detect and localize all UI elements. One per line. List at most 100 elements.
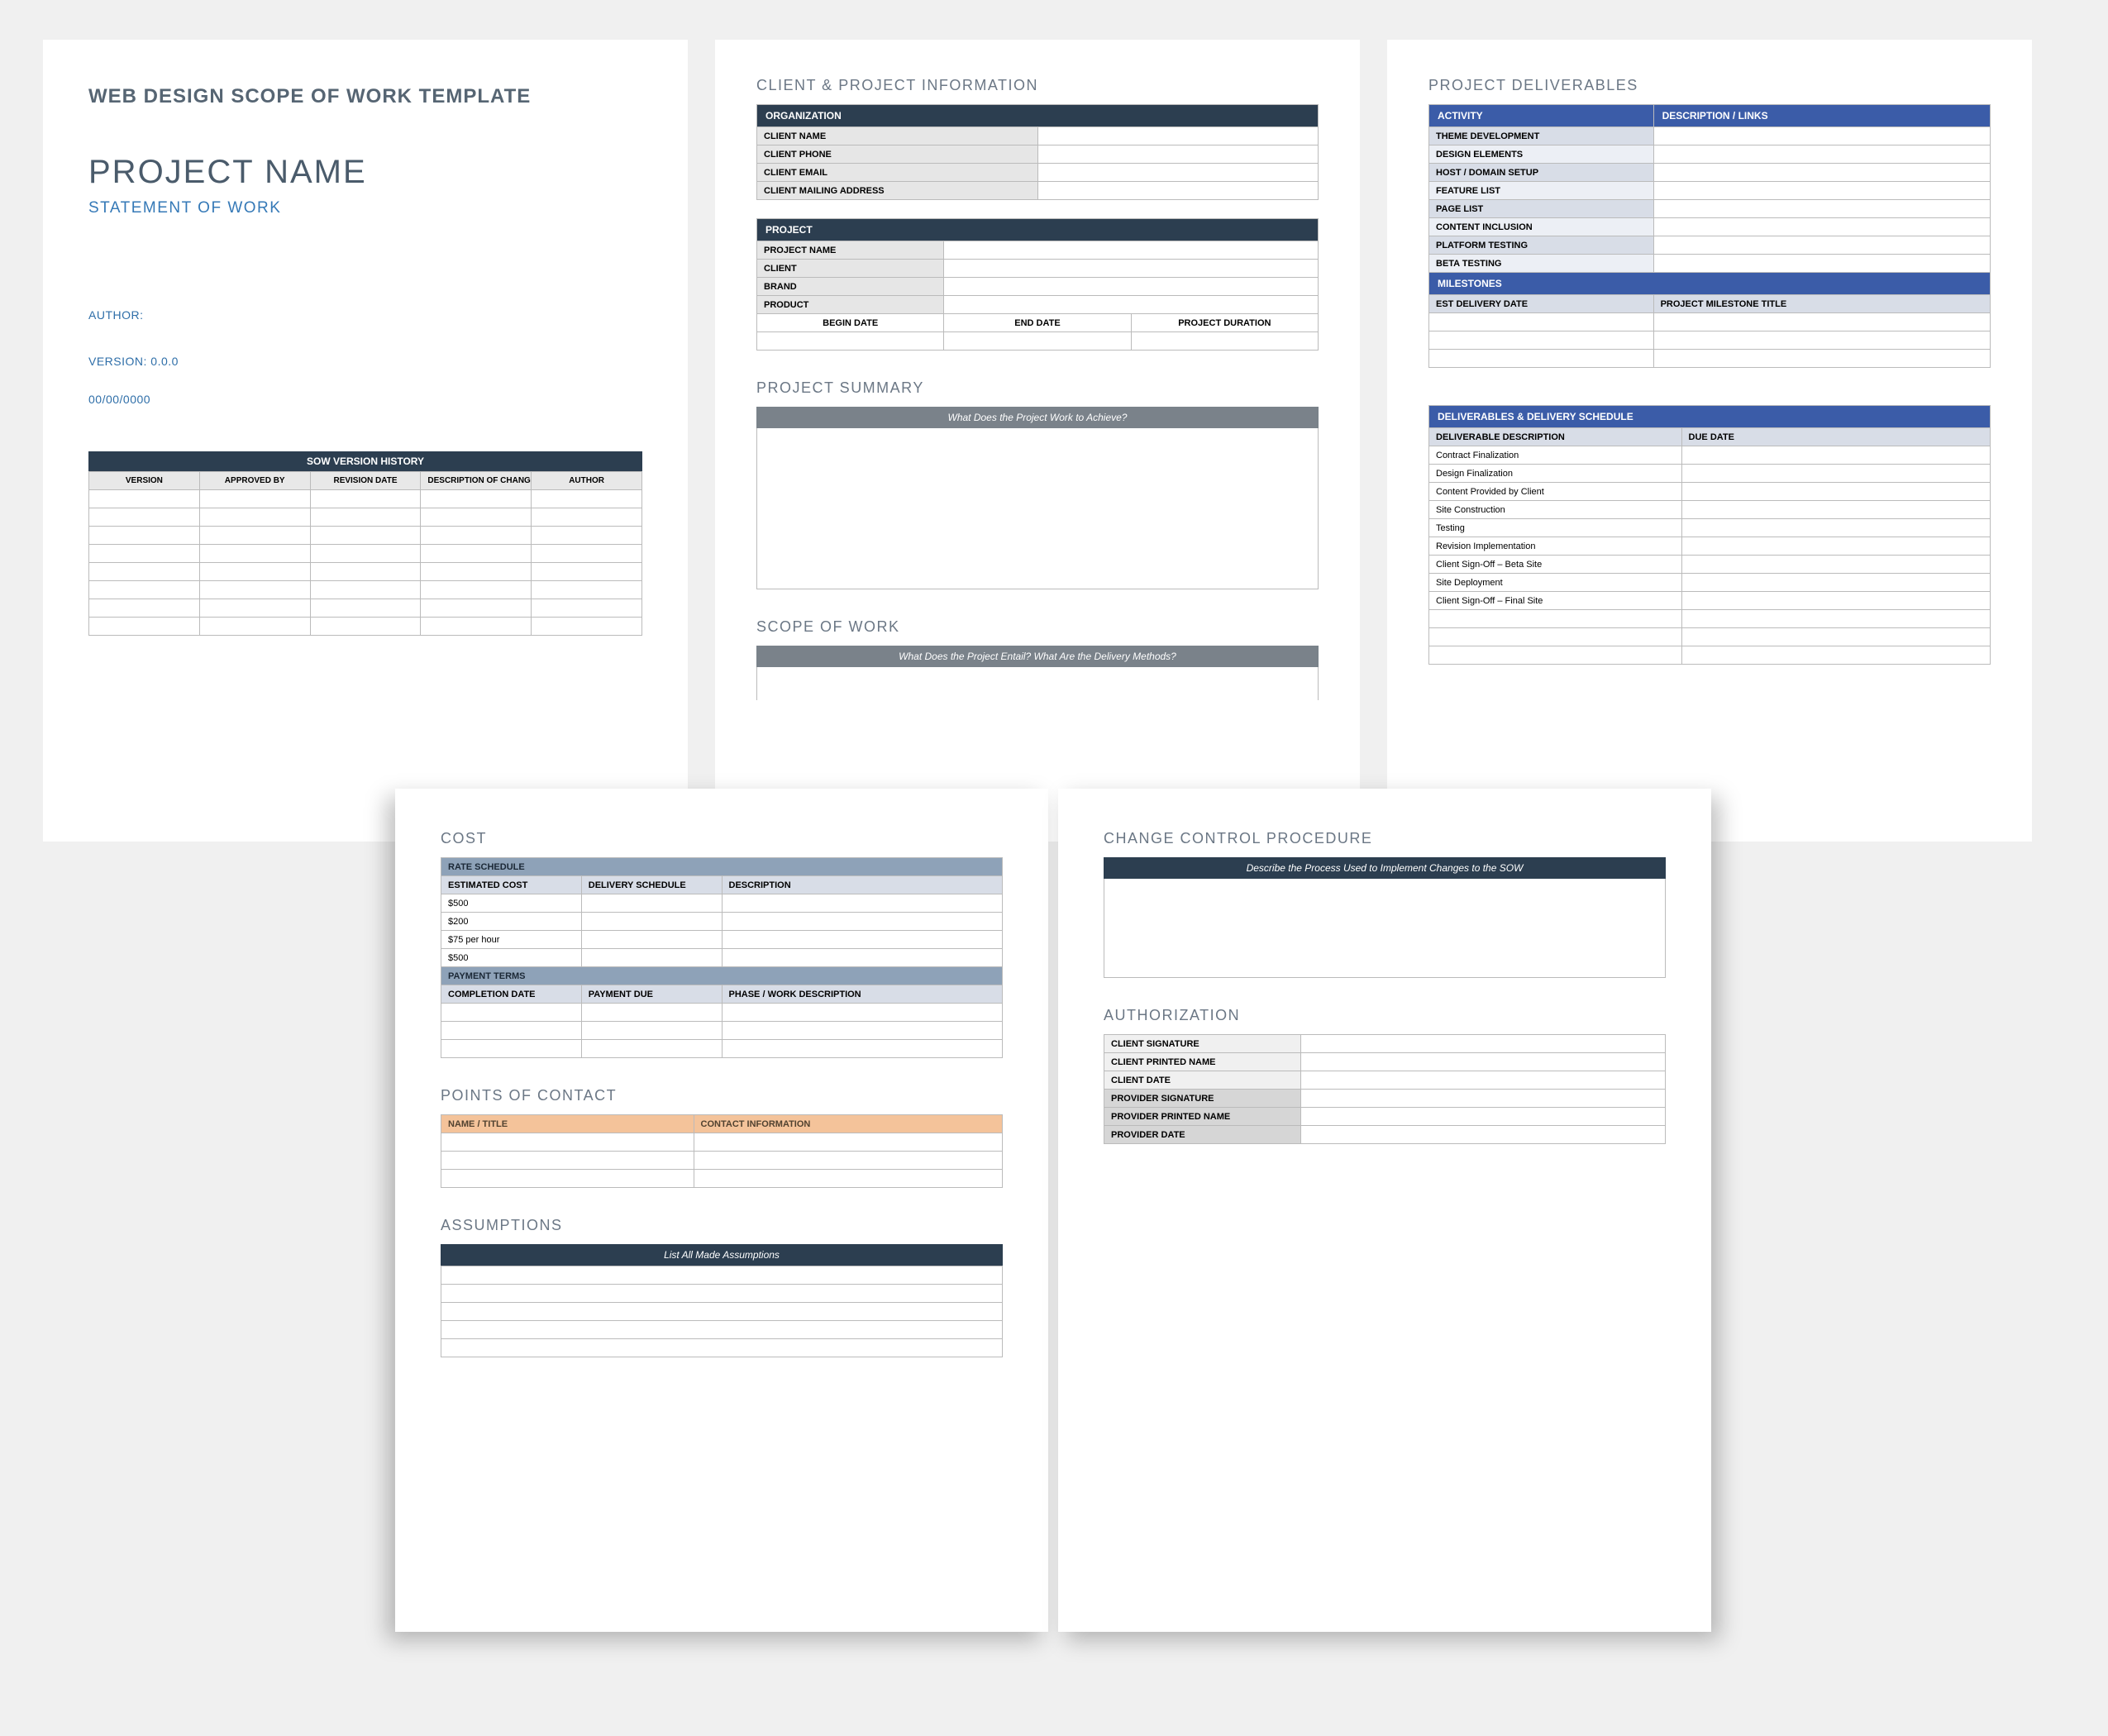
column-header: DUE DATE [1681,428,1990,446]
organization-table: ORGANIZATION CLIENT NAMECLIENT PHONECLIE… [756,104,1319,200]
table-row: CLIENT SIGNATURE [1104,1035,1666,1053]
column-header: VERSION [89,472,200,490]
table-row: Site Deployment [1429,574,1991,592]
deliverable-cell: Content Provided by Client [1429,483,1682,501]
table-row [1429,331,1991,350]
table-row: Site Construction [1429,501,1991,519]
activity-label: FEATURE LIST [1429,182,1654,200]
authorization-title: AUTHORIZATION [1104,1007,1666,1024]
deliverable-cell: Design Finalization [1429,465,1682,483]
table-row [89,490,642,508]
table-row [1429,313,1991,331]
column-header: DELIVERABLE DESCRIPTION [1429,428,1682,446]
project-table: PROJECT PROJECT NAMECLIENTBRANDPRODUCT B… [756,218,1319,351]
table-row [89,508,642,527]
version-history-title: SOW VERSION HISTORY [88,451,642,471]
row-label: CLIENT EMAIL [757,164,1038,182]
page-4-cost: COST RATE SCHEDULE ESTIMATED COSTDELIVER… [395,789,1048,1632]
table-row [441,1004,1003,1022]
table-row: CONTENT INCLUSION [1429,218,1991,236]
scope-of-work-box[interactable] [756,667,1319,700]
table-row: CLIENT PHONE [757,145,1319,164]
activity-label: THEME DEVELOPMENT [1429,127,1654,145]
table-row: CLIENT DATE [1104,1071,1666,1090]
table-row [441,1339,1003,1357]
column-header: ESTIMATED COST [441,876,582,894]
column-header: ACTIVITY [1429,105,1654,127]
table-row: Contract Finalization [1429,446,1991,465]
table-row: PROJECT NAME [757,241,1319,260]
column-header: DESCRIPTION / LINKS [1653,105,1990,127]
activity-label: CONTENT INCLUSION [1429,218,1654,236]
row-label: CLIENT DATE [1104,1071,1301,1090]
page-3-deliverables: PROJECT DELIVERABLES ACTIVITYDESCRIPTION… [1387,40,2032,842]
row-label: CLIENT MAILING ADDRESS [757,182,1038,200]
table-row [89,527,642,545]
version-history-table: VERSIONAPPROVED BYREVISION DATEDESCRIPTI… [88,471,642,636]
table-row: BRAND [757,278,1319,296]
page-2-client-project: CLIENT & PROJECT INFORMATION ORGANIZATIO… [715,40,1360,842]
row-label: PROVIDER DATE [1104,1126,1301,1144]
change-control-box[interactable] [1104,879,1666,978]
authorization-table: CLIENT SIGNATURECLIENT PRINTED NAMECLIEN… [1104,1034,1666,1144]
table-row: $200 [441,913,1003,931]
table-row [441,1022,1003,1040]
milestones-header: MILESTONES [1429,273,1991,295]
row-label: CLIENT NAME [757,127,1038,145]
table-row: PRODUCT [757,296,1319,314]
table-row: FEATURE LIST [1429,182,1991,200]
client-project-info-title: CLIENT & PROJECT INFORMATION [756,77,1319,94]
table-row: DESIGN ELEMENTS [1429,145,1991,164]
change-control-title: CHANGE CONTROL PROCEDURE [1104,830,1666,847]
row-label: CLIENT [757,260,944,278]
points-of-contact-title: POINTS OF CONTACT [441,1087,1003,1104]
table-row: CLIENT PRINTED NAME [1104,1053,1666,1071]
activities-table: ACTIVITYDESCRIPTION / LINKS THEME DEVELO… [1428,104,1991,368]
version-label: VERSION: 0.0.0 [88,355,642,368]
column-header: DESCRIPTION OF CHANGE [421,472,532,490]
row-label: PROJECT NAME [757,241,944,260]
deliverable-cell: Revision Implementation [1429,537,1682,556]
deliverable-cell: Client Sign-Off – Final Site [1429,592,1682,610]
row-label: BRAND [757,278,944,296]
table-row: PROVIDER PRINTED NAME [1104,1108,1666,1126]
table-row [441,1152,1003,1170]
column-header: DELIVERY SCHEDULE [581,876,722,894]
table-row: CLIENT NAME [757,127,1319,145]
table-row: Content Provided by Client [1429,483,1991,501]
rate-schedule-header: RATE SCHEDULE [441,858,1003,876]
change-control-prompt: Describe the Process Used to Implement C… [1104,857,1666,879]
activity-label: DESIGN ELEMENTS [1429,145,1654,164]
column-header: NAME / TITLE [441,1115,694,1133]
statement-of-work-subtitle: STATEMENT OF WORK [88,199,642,217]
table-row: HOST / DOMAIN SETUP [1429,164,1991,182]
document-title: WEB DESIGN SCOPE OF WORK TEMPLATE [88,85,642,108]
table-row: CLIENT [757,260,1319,278]
deliverable-cell: Client Sign-Off – Beta Site [1429,556,1682,574]
assumptions-table [441,1266,1003,1357]
table-row: Design Finalization [1429,465,1991,483]
table-row: PROVIDER SIGNATURE [1104,1090,1666,1108]
row-label: CLIENT PHONE [757,145,1038,164]
column-header: EST DELIVERY DATE [1429,295,1654,313]
table-row: $500 [441,949,1003,967]
project-header: PROJECT [757,219,1319,241]
table-row [441,1170,1003,1188]
table-row [441,1266,1003,1285]
deliverable-cell: Site Deployment [1429,574,1682,592]
activity-label: PLATFORM TESTING [1429,236,1654,255]
table-row [441,1133,1003,1152]
table-row [1429,646,1991,665]
table-row: $75 per hour [441,931,1003,949]
table-row [89,581,642,599]
project-summary-title: PROJECT SUMMARY [756,379,1319,397]
table-header-row: VERSIONAPPROVED BYREVISION DATEDESCRIPTI… [89,472,642,490]
table-row: Revision Implementation [1429,537,1991,556]
table-row [89,599,642,618]
table-row [1429,350,1991,368]
rate-schedule-table: RATE SCHEDULE ESTIMATED COSTDELIVERY SCH… [441,857,1003,1058]
scope-of-work-prompt: What Does the Project Entail? What Are t… [756,646,1319,667]
project-summary-box[interactable] [756,428,1319,589]
row-label: PROVIDER PRINTED NAME [1104,1108,1301,1126]
row-label: CLIENT SIGNATURE [1104,1035,1301,1053]
